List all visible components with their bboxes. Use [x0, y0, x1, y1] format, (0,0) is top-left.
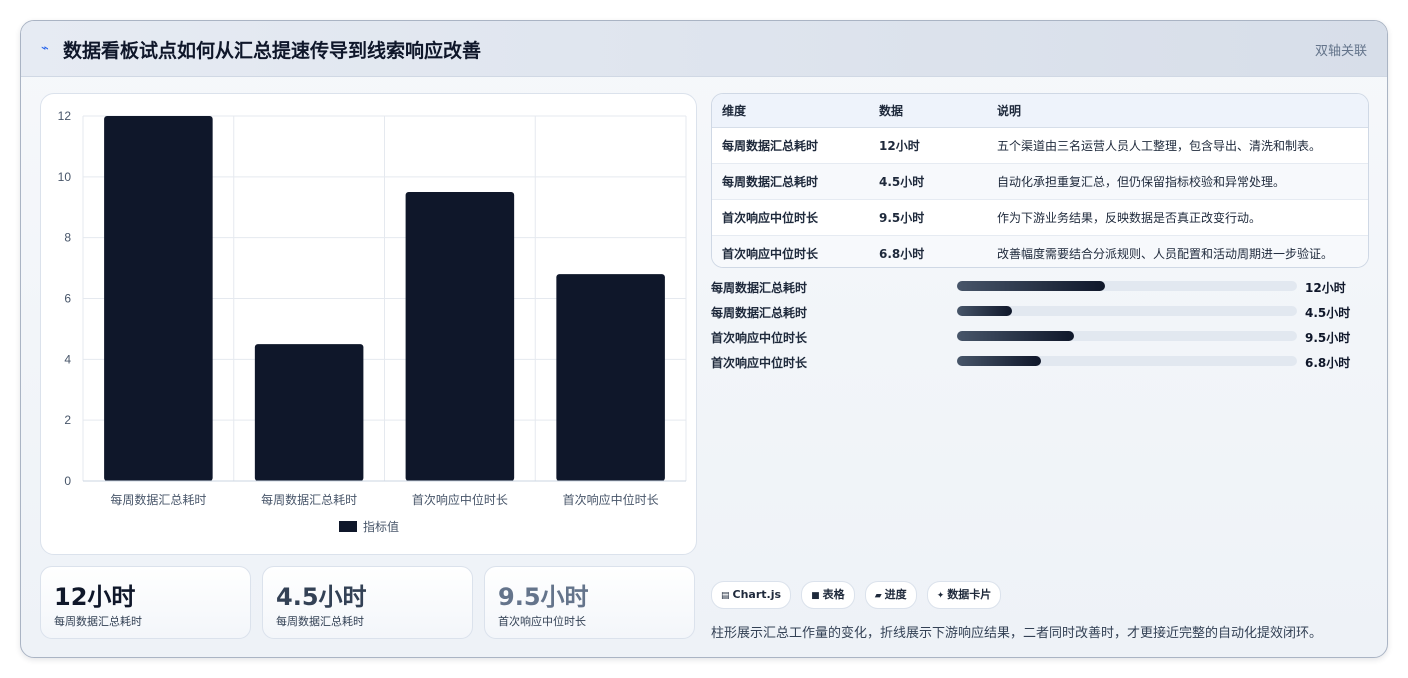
progress-value: 9.5小时	[1305, 331, 1351, 345]
chart-icon: ▤	[721, 591, 730, 601]
trend-icon: ⌁	[41, 41, 49, 56]
progress-value: 6.8小时	[1305, 356, 1351, 370]
table-cell-value: 6.8小时	[869, 235, 987, 267]
kpi-card: 12小时 每周数据汇总耗时	[40, 566, 251, 639]
progress-label: 首次响应中位时长	[711, 356, 808, 370]
y-tick-label: 0	[64, 474, 71, 488]
column-header: 维度	[712, 94, 869, 128]
progress-fill	[957, 356, 1041, 366]
table-cell-value: 4.5小时	[869, 163, 987, 200]
tag-table[interactable]: ■ 表格	[801, 581, 855, 609]
x-tick-label: 每周数据汇总耗时	[261, 492, 357, 507]
panel-header: ⌁ 数据看板试点如何从汇总提速传导到线索响应改善 双轴关联	[21, 21, 1387, 77]
tag-data-card[interactable]: ✦ 数据卡片	[926, 581, 1002, 609]
progress-label: 每周数据汇总耗时	[711, 281, 808, 295]
table-cell-dimension: 首次响应中位时长	[712, 235, 869, 267]
x-tick-label: 首次响应中位时长	[412, 492, 508, 507]
table-cell-description: 改善幅度需要结合分派规则、人员配置和活动周期进一步验证。	[987, 235, 1368, 267]
table-icon: ■	[811, 591, 820, 601]
progress-row: 每周数据汇总耗时 4.5小时	[711, 304, 1371, 329]
tag-progress[interactable]: ▰ 进度	[864, 581, 917, 609]
legend-swatch	[339, 521, 357, 532]
table-row: 每周数据汇总耗时 4.5小时 自动化承担重复汇总，但仍保留指标校验和异常处理。	[712, 163, 1368, 200]
kpi-label: 每周数据汇总耗时	[276, 615, 364, 628]
sparkle-icon: ✦	[936, 591, 945, 601]
data-table-card: 维度 数据 说明 每周数据汇总耗时 12小时 五个渠道由三名运营人员人工整理，包…	[711, 93, 1369, 268]
progress-fill	[957, 306, 1013, 316]
progress-value: 12小时	[1305, 281, 1346, 295]
table-row: 首次响应中位时长 6.8小时 改善幅度需要结合分派规则、人员配置和活动周期进一步…	[712, 235, 1368, 267]
progress-track	[957, 331, 1297, 341]
page-title: 数据看板试点如何从汇总提速传导到线索响应改善	[63, 40, 482, 62]
tag-label: 进度	[884, 588, 907, 601]
kpi-value: 4.5小时	[276, 583, 367, 611]
tag-label: 表格	[822, 588, 845, 601]
table-cell-description: 自动化承担重复汇总，但仍保留指标校验和异常处理。	[987, 163, 1368, 200]
kpi-card: 9.5小时 首次响应中位时长	[484, 566, 695, 639]
progress-fill	[957, 331, 1074, 341]
table-row: 每周数据汇总耗时 12小时 五个渠道由三名运营人员人工整理，包含导出、清洗和制表…	[712, 127, 1368, 164]
kpi-value: 12小时	[54, 583, 136, 611]
y-tick-label: 12	[58, 109, 72, 123]
kpi-label: 每周数据汇总耗时	[54, 615, 142, 628]
footnote: 柱形展示汇总工作量的变化，折线展示下游响应结果，二者同时改善时，才更接近完整的自…	[711, 626, 1323, 641]
bar	[104, 116, 213, 481]
dual-axis-badge[interactable]: 双轴关联	[1315, 40, 1367, 59]
kpi-card: 4.5小时 每周数据汇总耗时	[262, 566, 473, 639]
table-cell-dimension: 每周数据汇总耗时	[712, 127, 869, 164]
x-tick-label: 首次响应中位时长	[563, 492, 659, 507]
kpi-label: 首次响应中位时长	[498, 615, 586, 628]
table-row: 首次响应中位时长 9.5小时 作为下游业务结果，反映数据是否真正改变行动。	[712, 199, 1368, 236]
progress-track	[957, 281, 1297, 291]
progress-row: 首次响应中位时长 9.5小时	[711, 329, 1371, 354]
x-tick-label: 每周数据汇总耗时	[110, 492, 206, 507]
progress-label: 首次响应中位时长	[711, 331, 808, 345]
kpi-value: 9.5小时	[498, 583, 589, 611]
y-tick-label: 6	[64, 292, 71, 306]
column-header: 说明	[987, 94, 1368, 128]
y-tick-label: 8	[64, 231, 71, 245]
bar	[254, 344, 364, 481]
tag-label: Chart.js	[732, 588, 782, 601]
bar	[405, 192, 515, 481]
table-cell-description: 五个渠道由三名运营人员人工整理，包含导出、清洗和制表。	[987, 127, 1368, 164]
progress-list: 每周数据汇总耗时 12小时 每周数据汇总耗时 4.5小时 首次响应中位时长 9.…	[711, 279, 1371, 379]
bar-chart: 0 2 4 6 8 10 12 每周数据汇总耗时 每周数据汇总耗时 首次响应中位时长 首次响应中位时…	[58, 109, 687, 534]
table-cell-dimension: 每周数据汇总耗时	[712, 163, 869, 200]
table-cell-dimension: 首次响应中位时长	[712, 199, 869, 236]
progress-fill	[957, 281, 1105, 291]
bar-chart-card: 0 2 4 6 8 10 12 每周数据汇总耗时 每周数据汇总耗时 首次响应中位时长 首次响应中位时…	[40, 93, 697, 555]
column-header: 数据	[869, 94, 987, 128]
bar	[556, 274, 665, 481]
tag-list: ▤ Chart.js ■ 表格 ▰ 进度 ✦ 数据卡片	[711, 581, 1006, 609]
legend-label: 指标值	[363, 519, 399, 534]
progress-row: 每周数据汇总耗时 12小时	[711, 279, 1371, 304]
table-cell-description: 作为下游业务结果，反映数据是否真正改变行动。	[987, 199, 1368, 236]
table-cell-value: 9.5小时	[869, 199, 987, 236]
dashboard-panel: ⌁ 数据看板试点如何从汇总提速传导到线索响应改善 双轴关联 0 2 4 6 8 10 12 每…	[20, 20, 1388, 658]
progress-value: 4.5小时	[1305, 306, 1351, 320]
table-header-row: 维度 数据 说明	[712, 94, 1368, 128]
progress-row: 首次响应中位时长 6.8小时	[711, 354, 1371, 379]
y-tick-label: 10	[58, 170, 72, 184]
data-table: 维度 数据 说明 每周数据汇总耗时 12小时 五个渠道由三名运营人员人工整理，包…	[712, 94, 1368, 267]
y-tick-label: 4	[64, 352, 71, 366]
y-tick-label: 2	[64, 413, 71, 427]
progress-track	[957, 356, 1297, 366]
progress-track	[957, 306, 1297, 316]
progress-icon: ▰	[874, 591, 882, 601]
progress-label: 每周数据汇总耗时	[711, 306, 808, 320]
tag-chartjs[interactable]: ▤ Chart.js	[711, 581, 792, 609]
tag-label: 数据卡片	[947, 588, 992, 601]
table-cell-value: 12小时	[869, 127, 987, 164]
